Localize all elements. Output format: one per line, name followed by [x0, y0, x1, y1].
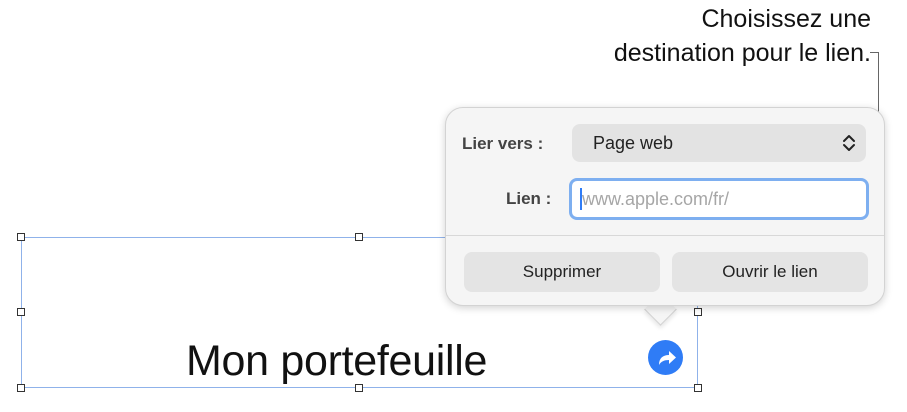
link-to-label: Lier vers :: [462, 134, 544, 153]
link-label: Lien :: [506, 189, 552, 208]
open-link-button[interactable]: Ouvrir le lien: [672, 252, 868, 292]
popover-divider: [446, 235, 884, 236]
callout-line-1: Choisissez une: [701, 5, 871, 33]
resize-handle-bottom-right[interactable]: [694, 384, 702, 392]
callout-text: Choisissez une destination pour le lien.: [614, 2, 871, 70]
callout-line-2: destination pour le lien.: [613, 39, 871, 67]
curved-arrow-icon: [659, 351, 676, 365]
link-to-select[interactable]: Page web: [572, 124, 866, 162]
text-caret: [580, 188, 582, 210]
delete-link-button[interactable]: Supprimer: [464, 252, 660, 292]
resize-handle-middle-left[interactable]: [17, 308, 25, 316]
link-badge[interactable]: [648, 340, 683, 375]
resize-handle-middle-right[interactable]: [694, 308, 702, 316]
text-box-content[interactable]: Mon portefeuille: [186, 336, 487, 386]
up-down-chevron-icon: [843, 135, 855, 151]
link-popover: Lier vers : Page web Lien : Supprimer Ou…: [445, 107, 885, 306]
link-url-input[interactable]: [569, 178, 869, 220]
resize-handle-bottom-left[interactable]: [17, 384, 25, 392]
link-to-select-value: Page web: [593, 133, 674, 153]
stage: Choisissez une destination pour le lien.…: [0, 0, 907, 412]
resize-handle-top-center[interactable]: [355, 233, 363, 241]
resize-handle-top-left[interactable]: [17, 233, 25, 241]
